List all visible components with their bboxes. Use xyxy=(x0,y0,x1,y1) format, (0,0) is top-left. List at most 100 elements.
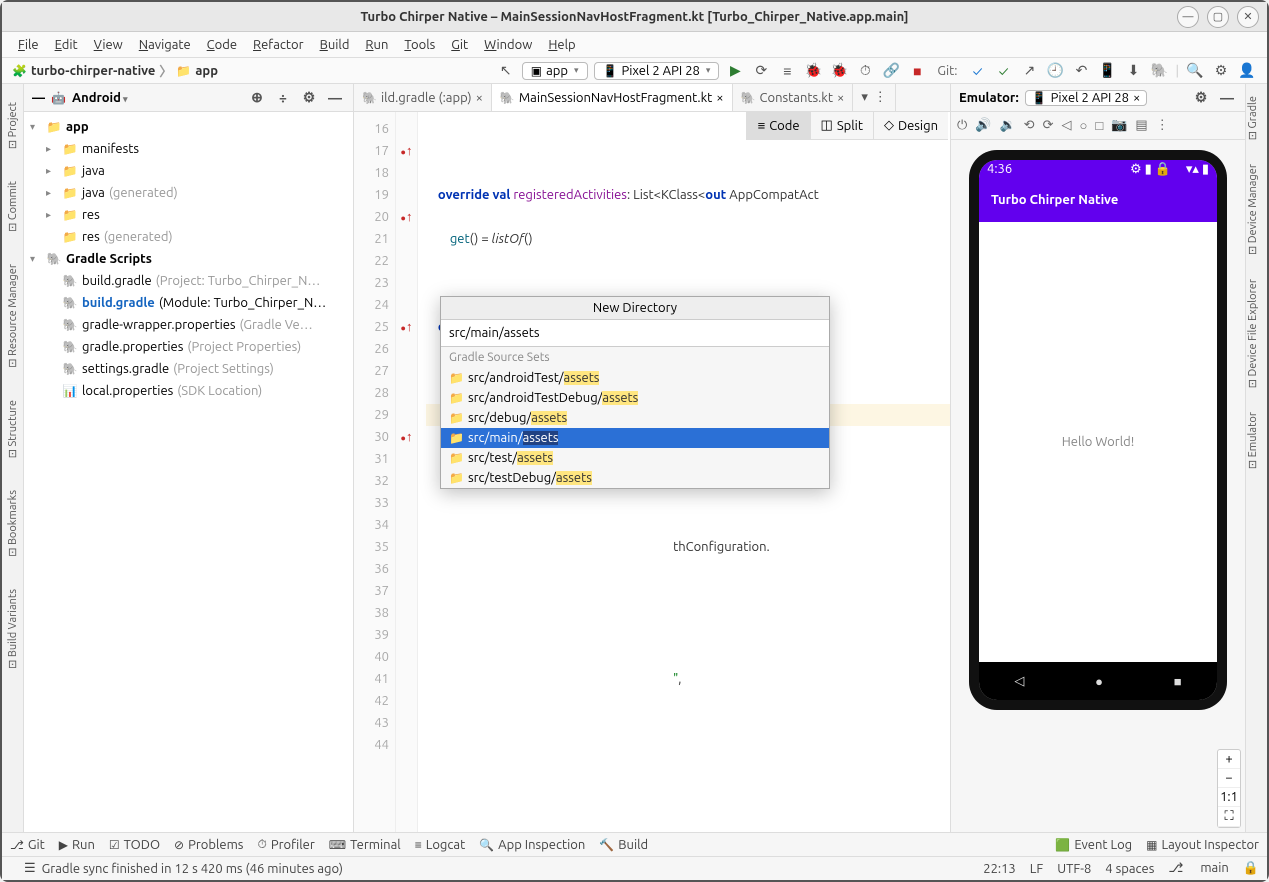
menu-git[interactable]: Git xyxy=(445,36,474,54)
emulator-device-tab[interactable]: 📱 Pixel 2 API 28 × xyxy=(1025,90,1148,106)
attach-debugger-button[interactable]: 🔗 xyxy=(881,61,901,81)
project-tree[interactable]: ▾📁app▸📁manifests▸📁java▸📁java (generated)… xyxy=(24,112,353,832)
power-icon[interactable]: ⏻ xyxy=(957,118,967,133)
bottom-tab-run[interactable]: ▶ Run xyxy=(59,838,95,852)
popup-suggestion-item[interactable]: 📁src/androidTestDebug/assets xyxy=(441,388,829,408)
tree-item[interactable]: ▾📁app xyxy=(24,116,353,138)
right-rail-emulator[interactable]: ⊡ Emulator xyxy=(1246,400,1259,481)
indent-settings[interactable]: 4 spaces xyxy=(1105,862,1154,876)
emulator-settings-icon[interactable]: ⚙ xyxy=(1191,88,1211,108)
nav-back-icon[interactable]: ◁ xyxy=(1014,674,1024,689)
home-icon[interactable]: ○ xyxy=(1079,118,1087,133)
popup-suggestion-item[interactable]: 📁src/test/assets xyxy=(441,448,829,468)
more-icon[interactable]: ⋮ xyxy=(1156,118,1169,133)
menu-code[interactable]: Code xyxy=(201,36,243,54)
sdk-manager-button[interactable]: ⬇ xyxy=(1124,61,1144,81)
git-branch[interactable]: ⎇ main xyxy=(1168,861,1228,876)
tree-item[interactable]: ▸📁java (generated) xyxy=(24,182,353,204)
menu-edit[interactable]: Edit xyxy=(49,36,84,54)
left-rail-project[interactable]: ⊡ Project xyxy=(6,94,19,157)
zoom-fit-button[interactable]: ⛶ xyxy=(1218,807,1240,827)
zoom-reset-button[interactable]: 1:1 xyxy=(1218,788,1240,807)
left-rail-bookmarks[interactable]: ⊡ Bookmarks xyxy=(6,482,19,565)
menu-run[interactable]: Run xyxy=(359,36,394,54)
tree-item[interactable]: 📁res (generated) xyxy=(24,226,353,248)
menu-build[interactable]: Build xyxy=(314,36,356,54)
tree-item[interactable]: 🐘gradle.properties (Project Properties) xyxy=(24,336,353,358)
maximize-button[interactable]: ▢ xyxy=(1207,6,1229,28)
right-rail-device-manager[interactable]: ⊡ Device Manager xyxy=(1246,152,1259,267)
hide-panel-icon[interactable]: — xyxy=(325,88,345,108)
search-everywhere-button[interactable]: 🔍 xyxy=(1185,61,1205,81)
project-view-selector[interactable]: Android xyxy=(72,91,128,105)
apply-changes-button[interactable]: ⟳ xyxy=(751,61,771,81)
nav-home-icon[interactable]: ● xyxy=(1095,674,1103,689)
volume-down-icon[interactable]: 🔉 xyxy=(999,118,1015,133)
device-selector[interactable]: 📱 Pixel 2 API 28 xyxy=(594,62,720,80)
coverage-button[interactable]: 🐞 xyxy=(829,61,849,81)
bottom-tab-app-inspection[interactable]: 🔍 App Inspection xyxy=(479,838,585,852)
bottom-tab-problems[interactable]: ⊘ Problems xyxy=(174,838,243,852)
design-mode-tab[interactable]: ◇ Design xyxy=(873,112,948,139)
left-rail-structure[interactable]: ⊡ Structure xyxy=(6,392,19,466)
rotate-left-icon[interactable]: ⟲ xyxy=(1024,118,1035,133)
apply-code-button[interactable]: ≡ xyxy=(777,61,797,81)
account-icon[interactable]: 👤 xyxy=(1237,61,1257,81)
zoom-out-button[interactable]: − xyxy=(1218,769,1240,788)
overview-icon[interactable]: □ xyxy=(1095,118,1103,133)
directory-name-input[interactable] xyxy=(441,320,829,347)
left-rail-commit[interactable]: ⊡ Commit xyxy=(6,173,19,240)
zoom-in-button[interactable]: + xyxy=(1218,750,1240,769)
menu-file[interactable]: File xyxy=(12,36,45,54)
menu-navigate[interactable]: Navigate xyxy=(133,36,197,54)
tree-item[interactable]: ▸📁res xyxy=(24,204,353,226)
cursor-position[interactable]: 22:13 xyxy=(983,862,1016,876)
tree-item[interactable]: 🐘gradle-wrapper.properties (Gradle Ve… xyxy=(24,314,353,336)
lock-icon[interactable]: 🔒 xyxy=(1243,861,1259,876)
right-rail-device-file-explorer[interactable]: ⊡ Device File Explorer xyxy=(1246,267,1259,400)
popup-suggestion-item[interactable]: 📁src/main/assets xyxy=(441,428,829,448)
menu-window[interactable]: Window xyxy=(478,36,538,54)
left-rail-resource-manager[interactable]: ⊡ Resource Manager xyxy=(6,256,19,376)
nav-overview-icon[interactable]: ■ xyxy=(1174,674,1182,689)
tree-item[interactable]: ▸📁manifests xyxy=(24,138,353,160)
sync-gradle-button[interactable]: 🐘 xyxy=(1150,61,1170,81)
tree-item[interactable]: ▾🐘Gradle Scripts xyxy=(24,248,353,270)
breadcrumb[interactable]: 🧩 turbo-chirper-native 〉 📁 app xyxy=(2,61,228,80)
popup-suggestion-list[interactable]: 📁src/androidTest/assets📁src/androidTestD… xyxy=(441,368,829,488)
bottom-tab-git[interactable]: ⎇ Git xyxy=(10,838,45,852)
tree-item[interactable]: ▸📁java xyxy=(24,160,353,182)
expand-all-icon[interactable]: ÷ xyxy=(273,88,293,108)
tree-item[interactable]: 📊local.properties (SDK Location) xyxy=(24,380,353,402)
avd-manager-button[interactable]: 📱 xyxy=(1098,61,1118,81)
hide-emulator-icon[interactable]: — xyxy=(1217,88,1237,108)
popup-suggestion-item[interactable]: 📁src/testDebug/assets xyxy=(441,468,829,488)
snapshot-icon[interactable]: ▤ xyxy=(1135,118,1147,133)
vcs-commit-button[interactable]: ✓ xyxy=(994,61,1014,81)
vcs-history-button[interactable]: 🕘 xyxy=(1046,61,1066,81)
profile-button[interactable]: ⏱ xyxy=(855,61,875,81)
line-separator[interactable]: LF xyxy=(1030,862,1043,876)
popup-suggestion-item[interactable]: 📁src/androidTest/assets xyxy=(441,368,829,388)
run-config-selector[interactable]: ▣ app xyxy=(522,62,588,80)
minimize-button[interactable]: — xyxy=(1177,6,1199,28)
close-tab-icon[interactable]: × xyxy=(837,91,844,105)
vcs-update-button[interactable]: ✓ xyxy=(968,61,988,81)
file-encoding[interactable]: UTF-8 xyxy=(1057,862,1091,876)
menu-refactor[interactable]: Refactor xyxy=(247,36,310,54)
scroll-from-source-icon[interactable]: ⊕ xyxy=(247,88,267,108)
editor-tab[interactable]: 🐘Constants.kt × xyxy=(733,84,854,111)
right-rail-gradle[interactable]: ⊡ Gradle xyxy=(1246,84,1259,152)
code-mode-tab[interactable]: ≡ Code xyxy=(747,112,810,139)
tree-item[interactable]: 🐘build.gradle (Project: Turbo_Chirper_N… xyxy=(24,270,353,292)
volume-up-icon[interactable]: 🔊 xyxy=(975,118,991,133)
bottom-tab-event-log[interactable]: 🟩 Event Log xyxy=(1055,838,1132,852)
bottom-tab-layout-inspector[interactable]: ▦ Layout Inspector xyxy=(1146,838,1259,852)
debug-button[interactable]: 🐞 xyxy=(803,61,823,81)
split-mode-tab[interactable]: ◫ Split xyxy=(810,112,873,139)
zoom-controls[interactable]: + − 1:1 ⛶ xyxy=(1217,749,1241,828)
stop-button[interactable]: ■ xyxy=(907,61,927,81)
back-arrow-icon[interactable]: ↖ xyxy=(496,61,516,81)
menu-view[interactable]: View xyxy=(88,36,129,54)
more-tabs-button[interactable]: ▾ ⋮ xyxy=(853,84,895,111)
